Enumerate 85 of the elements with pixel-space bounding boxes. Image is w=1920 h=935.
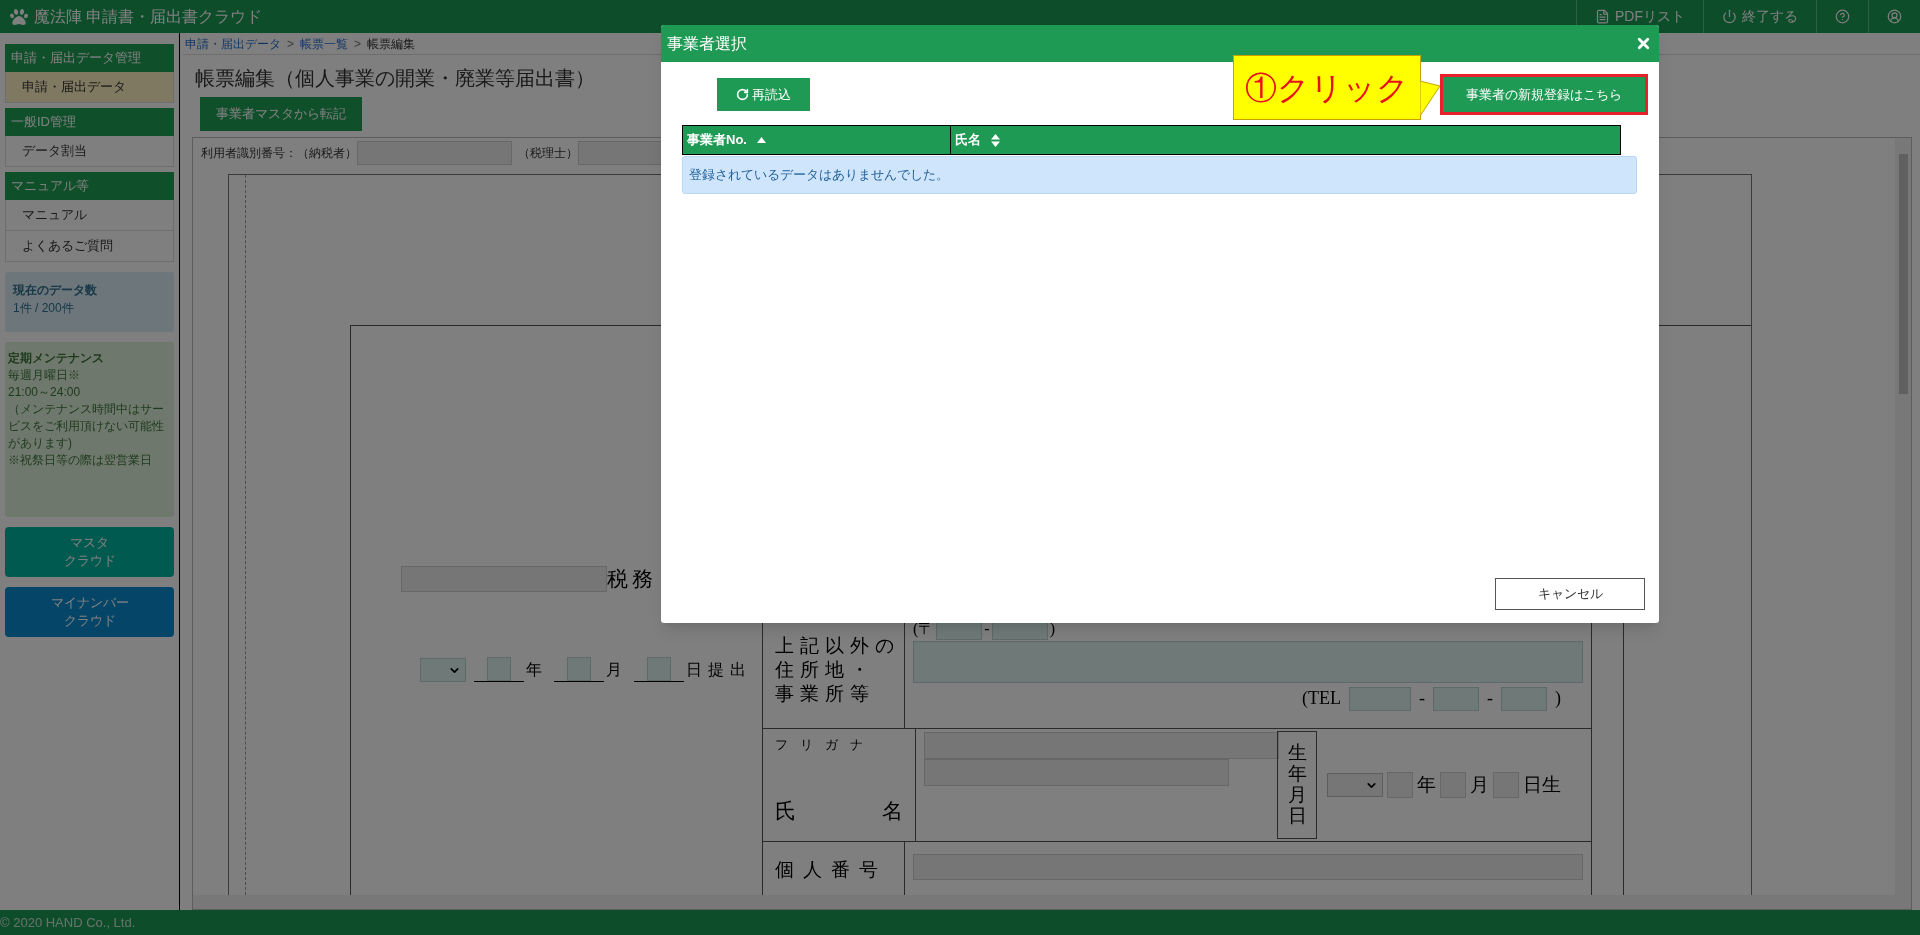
user-icon[interactable] <box>1887 9 1902 24</box>
breadcrumb-separator: > <box>287 35 294 53</box>
power-icon <box>1722 9 1737 24</box>
sort-icon[interactable] <box>991 133 1000 147</box>
address-label: 上記以外の <box>775 633 901 658</box>
birth-date-label: 生年月日 <box>1287 743 1307 827</box>
maintenance-text: 21:00～24:00 <box>8 384 82 401</box>
vertical-scrollbar[interactable] <box>1895 138 1911 895</box>
sidebar-item[interactable]: よくあるご質問 <box>5 231 174 262</box>
date-label: 月 <box>1470 772 1489 797</box>
postal-mark: (〒 <box>913 619 935 640</box>
input-field[interactable] <box>1349 686 1411 711</box>
data-count-value: 1件 / 200件 <box>13 300 75 317</box>
sidebar-section-header: 申請・届出データ管理 <box>5 44 174 72</box>
input-field[interactable] <box>1440 772 1466 798</box>
app-title: 魔法陣 申請書・届出書クラウド <box>34 6 263 27</box>
transfer-button[interactable]: 事業者マスタから転記 <box>200 97 362 131</box>
empty-message: 登録されているデータはありませんでした。 <box>682 156 1637 194</box>
horizontal-scrollbar[interactable] <box>193 895 1911 909</box>
breadcrumb-link[interactable]: 帳票一覧 <box>300 34 348 53</box>
paw-icon <box>10 7 28 26</box>
name-label: 氏 <box>775 797 796 825</box>
sort-ascending-icon[interactable] <box>756 137 766 143</box>
document-icon <box>1595 9 1610 24</box>
master-cloud-button[interactable]: マスタ クラウド <box>5 527 174 577</box>
my-number-cloud-button[interactable]: マイナンバー クラウド <box>5 587 174 637</box>
name-label: 名 <box>882 797 903 825</box>
date-label: 年 <box>1417 772 1436 797</box>
breadcrumb-separator: > <box>354 35 362 53</box>
maintenance-text: ※祝祭日等の際は翌営業日 <box>8 452 153 469</box>
tax-office-label: 税務 <box>607 566 657 592</box>
maintenance-text: 毎週月曜日※ <box>8 367 81 384</box>
header-link[interactable]: 終了する <box>1704 6 1816 27</box>
bracket-text: ) <box>1555 687 1561 710</box>
callout-pointer <box>1420 80 1440 117</box>
address-label: 事業所等 <box>775 681 876 706</box>
furigana-label: フリガナ <box>775 736 876 754</box>
sidebar-item[interactable]: データ割当 <box>5 136 174 167</box>
dash-text: - <box>1487 687 1493 710</box>
maintenance-text: （メンテナンス時間中はサービスをご利用頂けない可能性があります) <box>8 401 165 452</box>
help-icon[interactable] <box>1835 9 1850 24</box>
input-field[interactable] <box>913 641 1583 683</box>
tel-label: (TEL <box>1302 687 1341 710</box>
select-field[interactable] <box>420 658 466 682</box>
date-label: 年 <box>526 660 542 680</box>
date-label: 月 <box>606 660 622 680</box>
input-field[interactable] <box>401 566 607 592</box>
sidebar-item[interactable]: 申請・届出データ <box>5 72 174 103</box>
cancel-button[interactable]: キャンセル <box>1495 578 1645 610</box>
header-link[interactable]: PDFリスト <box>1577 6 1703 27</box>
dialog-title: 事業者選択 <box>667 33 747 54</box>
data-count-title: 現在のデータ数 <box>13 282 98 299</box>
sidebar-item[interactable]: マニュアル <box>5 200 174 231</box>
bracket-text: ) <box>1049 619 1055 640</box>
date-label: 日生 <box>1523 772 1561 797</box>
input-field[interactable] <box>487 657 511 681</box>
maintenance-title: 定期メンテナンス <box>8 350 105 367</box>
input-field[interactable] <box>1501 686 1547 711</box>
input-field[interactable] <box>1433 686 1479 711</box>
new-registration-button[interactable]: 事業者の新規登録はこちら <box>1440 74 1648 115</box>
select-field[interactable] <box>1327 773 1383 797</box>
sidebar-section-header: マニュアル等 <box>5 172 174 200</box>
copyright-text: © 2020 HAND Co., Ltd. <box>0 913 136 932</box>
dash-text: - <box>984 619 990 639</box>
column-header[interactable]: 事業者No. <box>683 126 951 154</box>
column-header[interactable]: 氏名 <box>951 126 1620 154</box>
breadcrumb-link[interactable]: 申請・届出データ <box>185 34 281 53</box>
address-label: 住所地・ <box>775 657 876 682</box>
input-field[interactable] <box>1387 772 1413 798</box>
field-label: （税理士） <box>518 145 578 162</box>
date-label: 日提出 <box>686 660 752 680</box>
field-label: 利用者識別番号：（納税者） <box>201 145 357 162</box>
breadcrumb-current: 帳票編集 <box>367 35 416 53</box>
input-field[interactable] <box>913 854 1583 880</box>
page-title: 帳票編集（個人事業の開業・廃業等届出書） <box>195 66 595 91</box>
input-field[interactable] <box>924 759 1229 786</box>
input-field[interactable] <box>1493 772 1519 798</box>
input-field[interactable] <box>647 657 671 681</box>
input-field[interactable] <box>924 732 1279 759</box>
input-field[interactable] <box>357 141 512 165</box>
input-field[interactable] <box>567 657 591 681</box>
individual-number-label: 個人番号 <box>775 858 887 882</box>
reload-button[interactable]: 再読込 <box>717 78 810 111</box>
reload-icon <box>736 88 749 101</box>
dash-text: - <box>1419 687 1425 710</box>
